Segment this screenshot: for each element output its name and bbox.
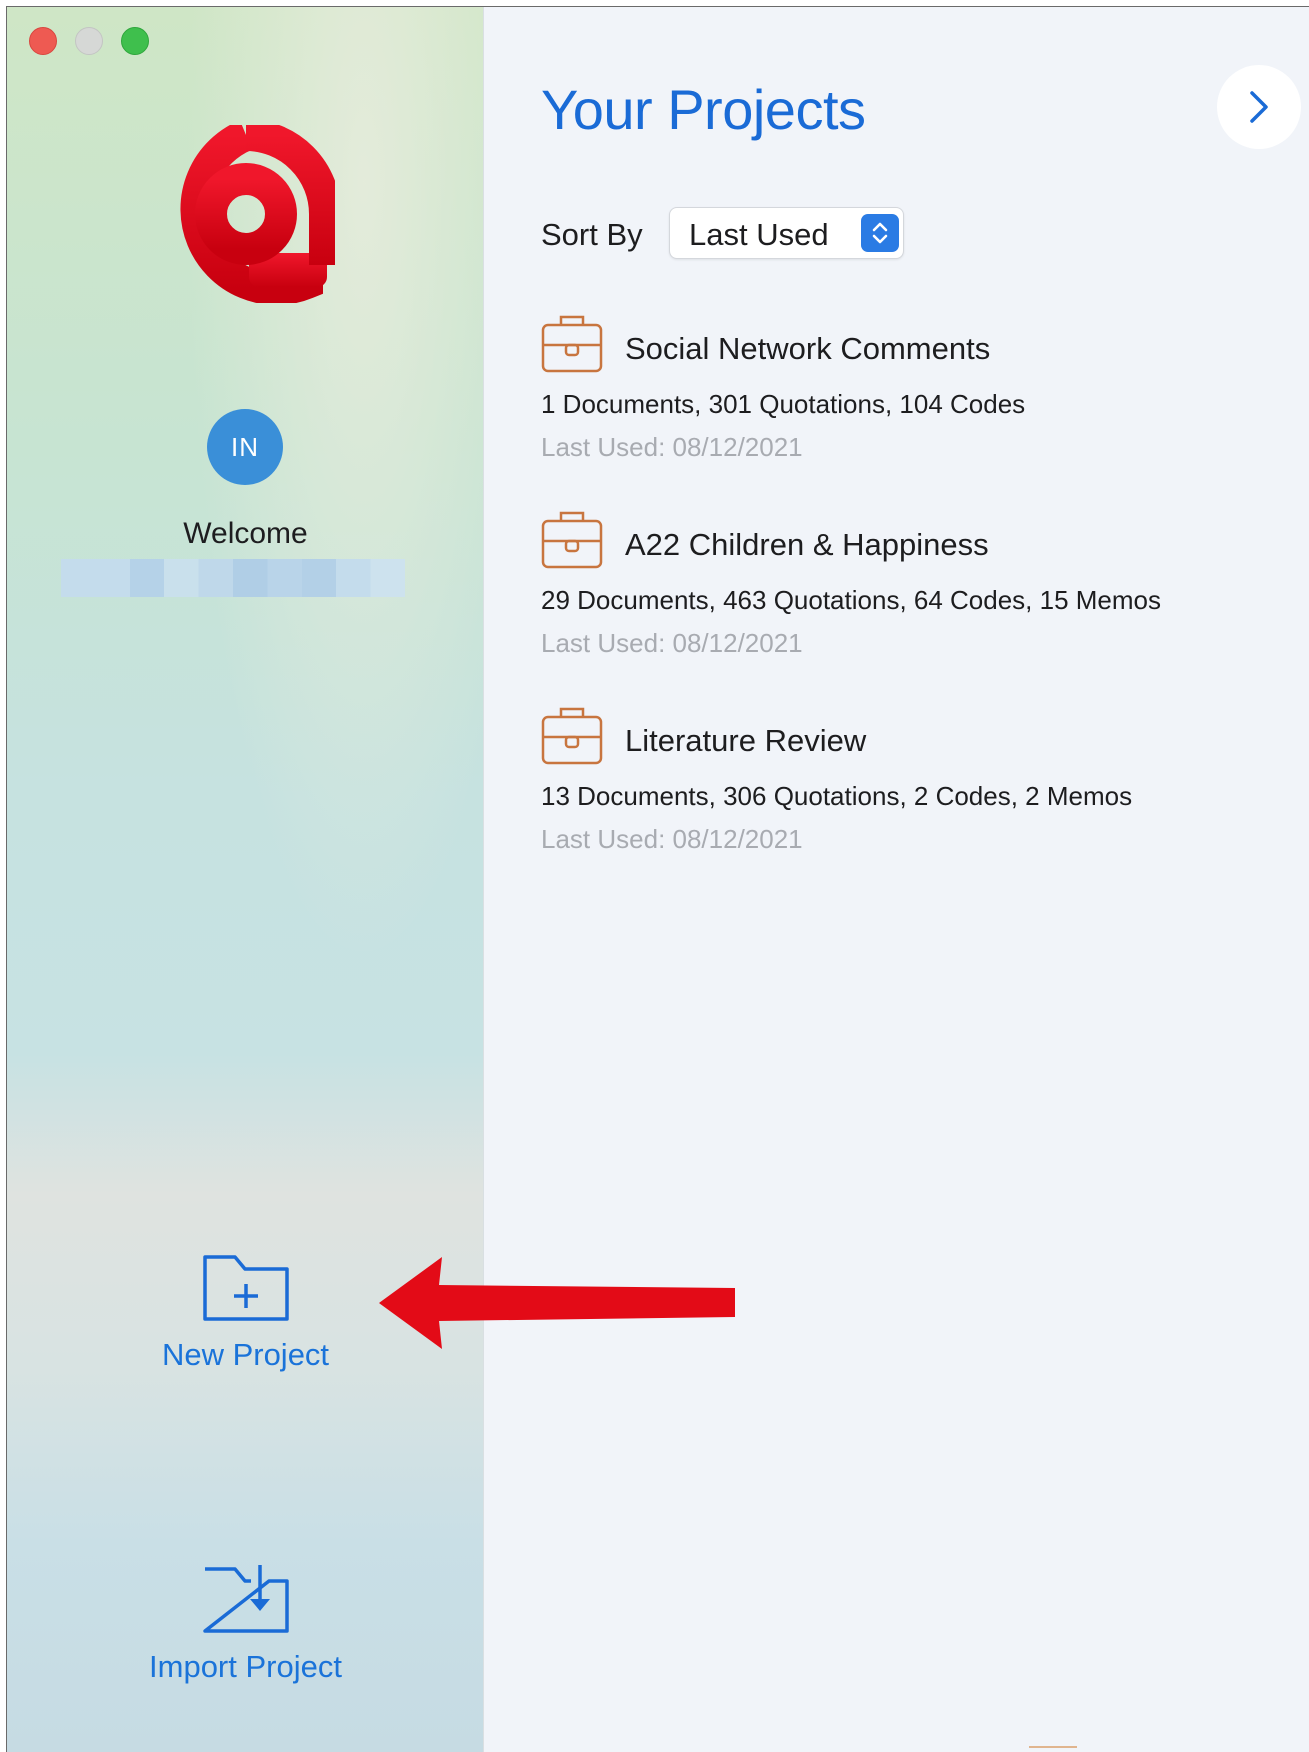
annotation-arrow-icon — [379, 1257, 735, 1349]
user-avatar[interactable]: IN — [207, 409, 283, 485]
briefcase-icon — [541, 707, 603, 765]
briefcase-icon — [541, 315, 603, 373]
app-logo-icon — [180, 125, 335, 303]
briefcase-icon — [541, 511, 603, 569]
project-stats: 1 Documents, 301 Quotations, 104 Codes — [541, 389, 1026, 419]
redacted-username — [61, 559, 405, 597]
zoom-window-button[interactable] — [121, 27, 149, 55]
sort-by-select[interactable]: Last Used — [669, 207, 904, 259]
project-name: Social Network Comments — [625, 331, 991, 366]
import-project-label: Import Project — [149, 1649, 342, 1684]
page-title: Your Projects — [541, 78, 866, 141]
select-stepper-icon — [861, 214, 899, 252]
sidebar: IN Welcome New Project Import Project — [7, 7, 484, 1752]
projects-panel: Your Projects Sort By Last Used Social N — [484, 7, 1309, 1752]
import-project-button[interactable]: Import Project — [7, 1563, 484, 1685]
project-name: A22 Children & Happiness — [625, 527, 989, 562]
sort-by-value: Last Used — [689, 217, 829, 252]
project-stats: 29 Documents, 463 Quotations, 64 Codes, … — [541, 585, 1162, 615]
project-last-used: Last Used: 08/12/2021 — [541, 824, 803, 854]
avatar-initials: IN — [231, 431, 259, 462]
partial-project-item — [1029, 1746, 1077, 1748]
minimize-window-button[interactable] — [75, 27, 103, 55]
project-last-used: Last Used: 08/12/2021 — [541, 628, 803, 658]
close-window-button[interactable] — [29, 27, 57, 55]
project-name: Literature Review — [625, 723, 867, 758]
import-folder-icon — [202, 1565, 289, 1633]
new-folder-icon — [202, 1255, 289, 1321]
chevron-right-icon — [1250, 91, 1268, 123]
project-last-used: Last Used: 08/12/2021 — [541, 432, 803, 462]
project-stats: 13 Documents, 306 Quotations, 2 Codes, 2… — [541, 781, 1133, 811]
next-button[interactable] — [1217, 65, 1301, 149]
welcome-heading: Welcome — [183, 517, 308, 550]
sort-by-label: Sort By — [541, 217, 643, 252]
app-window: IN Welcome New Project Import Project Yo… — [6, 6, 1309, 1752]
